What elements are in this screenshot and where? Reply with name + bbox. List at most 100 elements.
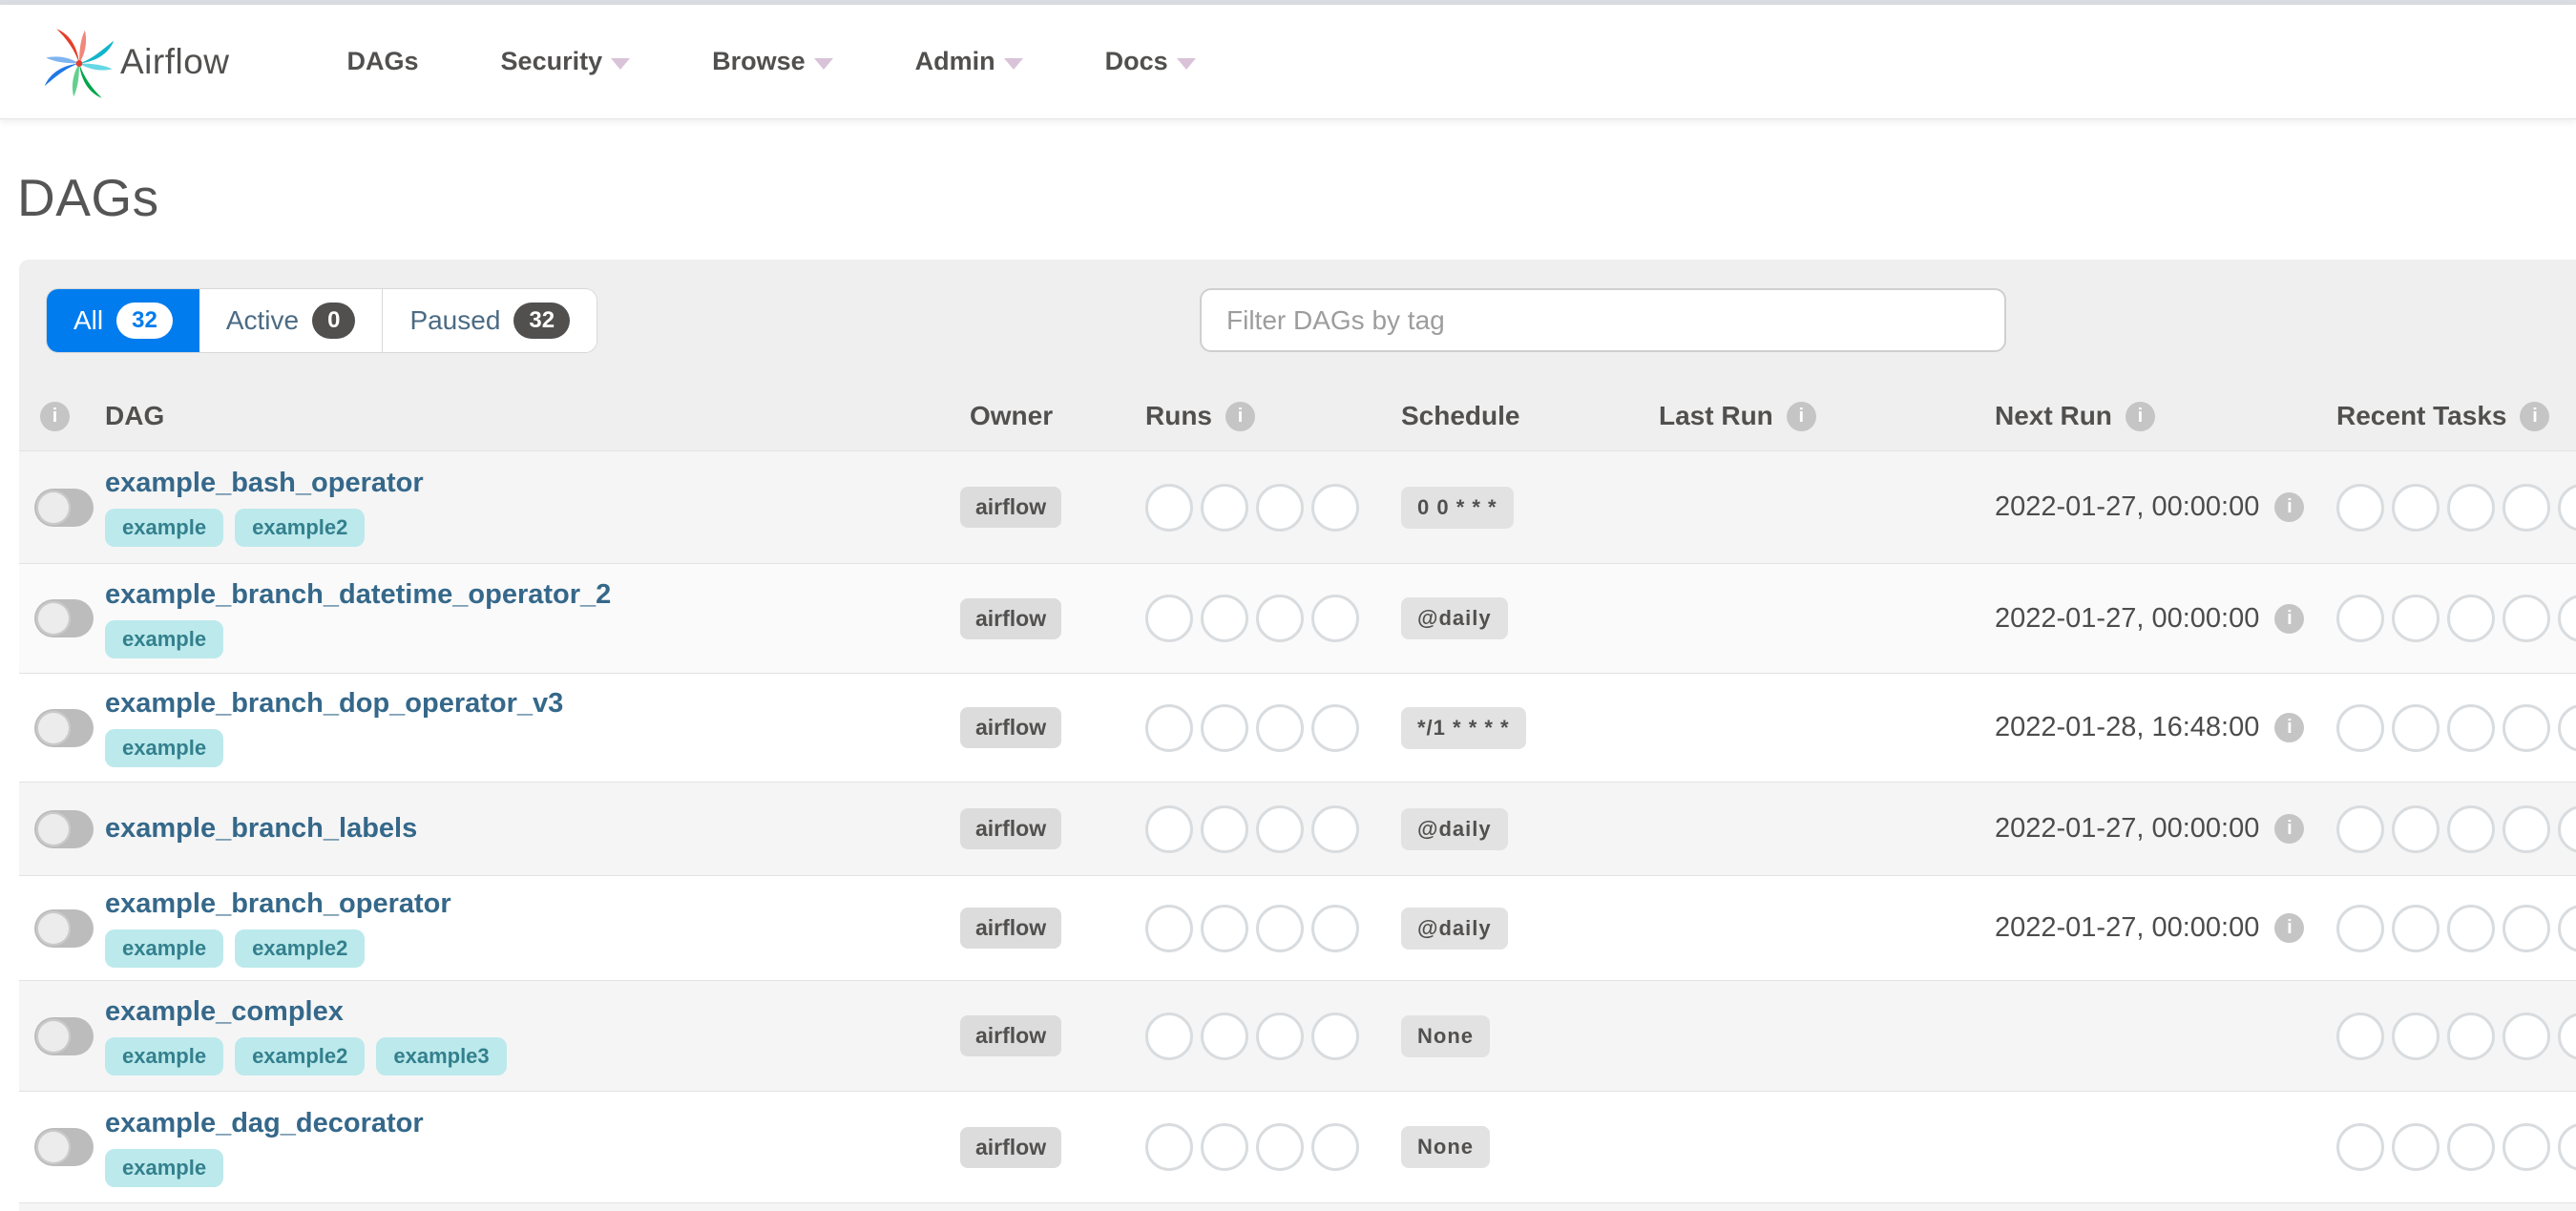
dag-link[interactable]: example_dag_decorator bbox=[105, 1108, 424, 1139]
pause-toggle[interactable] bbox=[34, 909, 94, 948]
run-status-circle[interactable] bbox=[1256, 704, 1304, 752]
recent-task-circle[interactable] bbox=[2336, 704, 2384, 752]
run-status-circle[interactable] bbox=[1201, 805, 1248, 853]
pause-toggle[interactable] bbox=[34, 1128, 94, 1166]
run-status-circle[interactable] bbox=[1145, 1013, 1193, 1060]
run-status-circle[interactable] bbox=[1311, 704, 1359, 752]
recent-task-circle[interactable] bbox=[2503, 595, 2550, 642]
recent-task-circle[interactable] bbox=[2558, 1123, 2576, 1171]
run-status-circle[interactable] bbox=[1256, 595, 1304, 642]
recent-task-circle[interactable] bbox=[2558, 595, 2576, 642]
recent-task-circle[interactable] bbox=[2336, 905, 2384, 952]
recent-task-circle[interactable] bbox=[2336, 1123, 2384, 1171]
recent-task-circle[interactable] bbox=[2558, 805, 2576, 853]
recent-task-circle[interactable] bbox=[2392, 805, 2440, 853]
recent-task-circle[interactable] bbox=[2447, 805, 2495, 853]
owner-badge[interactable]: airflow bbox=[960, 487, 1061, 528]
dag-link[interactable]: example_complex bbox=[105, 996, 344, 1028]
tag-badge[interactable]: example bbox=[105, 509, 223, 547]
recent-task-circle[interactable] bbox=[2392, 1123, 2440, 1171]
owner-badge[interactable]: airflow bbox=[960, 908, 1061, 949]
run-status-circle[interactable] bbox=[1145, 595, 1193, 642]
tag-badge[interactable]: example bbox=[105, 929, 223, 968]
recent-task-circle[interactable] bbox=[2447, 595, 2495, 642]
tag-badge[interactable]: example2 bbox=[235, 509, 365, 547]
recent-task-circle[interactable] bbox=[2447, 1013, 2495, 1060]
tag-badge[interactable]: example bbox=[105, 1037, 223, 1075]
recent-task-circle[interactable] bbox=[2336, 1013, 2384, 1060]
recent-task-circle[interactable] bbox=[2447, 1123, 2495, 1171]
recent-task-circle[interactable] bbox=[2392, 704, 2440, 752]
recent-task-circle[interactable] bbox=[2392, 484, 2440, 532]
recent-task-circle[interactable] bbox=[2558, 1013, 2576, 1060]
run-status-circle[interactable] bbox=[1311, 484, 1359, 532]
run-status-circle[interactable] bbox=[1145, 805, 1193, 853]
recent-task-circle[interactable] bbox=[2392, 1013, 2440, 1060]
recent-task-circle[interactable] bbox=[2336, 595, 2384, 642]
recent-task-circle[interactable] bbox=[2503, 1013, 2550, 1060]
nav-item-browse[interactable]: Browse bbox=[671, 47, 874, 76]
pause-toggle[interactable] bbox=[34, 810, 94, 848]
tab-all[interactable]: All32 bbox=[47, 289, 199, 352]
pause-toggle[interactable] bbox=[34, 599, 94, 637]
owner-badge[interactable]: airflow bbox=[960, 598, 1061, 639]
run-status-circle[interactable] bbox=[1256, 905, 1304, 952]
recent-task-circle[interactable] bbox=[2558, 905, 2576, 952]
nav-item-dags[interactable]: DAGs bbox=[306, 47, 460, 76]
run-status-circle[interactable] bbox=[1201, 704, 1248, 752]
owner-badge[interactable]: airflow bbox=[960, 808, 1061, 849]
dag-link[interactable]: example_branch_operator bbox=[105, 888, 451, 920]
dag-link[interactable]: example_branch_dop_operator_v3 bbox=[105, 688, 563, 720]
run-status-circle[interactable] bbox=[1256, 484, 1304, 532]
recent-task-circle[interactable] bbox=[2392, 905, 2440, 952]
dag-link[interactable]: example_bash_operator bbox=[105, 468, 424, 499]
run-status-circle[interactable] bbox=[1256, 1123, 1304, 1171]
dag-link[interactable]: example_branch_labels bbox=[105, 813, 417, 845]
recent-task-circle[interactable] bbox=[2503, 484, 2550, 532]
pause-toggle[interactable] bbox=[34, 489, 94, 527]
run-status-circle[interactable] bbox=[1256, 1013, 1304, 1060]
run-status-circle[interactable] bbox=[1201, 595, 1248, 642]
nav-item-docs[interactable]: Docs bbox=[1064, 47, 1237, 76]
run-status-circle[interactable] bbox=[1311, 595, 1359, 642]
recent-task-circle[interactable] bbox=[2447, 905, 2495, 952]
recent-task-circle[interactable] bbox=[2336, 805, 2384, 853]
recent-task-circle[interactable] bbox=[2503, 704, 2550, 752]
owner-badge[interactable]: airflow bbox=[960, 1127, 1061, 1168]
run-status-circle[interactable] bbox=[1201, 1123, 1248, 1171]
recent-task-circle[interactable] bbox=[2503, 905, 2550, 952]
run-status-circle[interactable] bbox=[1145, 484, 1193, 532]
tag-badge[interactable]: example2 bbox=[235, 929, 365, 968]
run-status-circle[interactable] bbox=[1311, 1013, 1359, 1060]
run-status-circle[interactable] bbox=[1256, 805, 1304, 853]
pause-toggle[interactable] bbox=[34, 1017, 94, 1055]
recent-task-circle[interactable] bbox=[2558, 484, 2576, 532]
tag-filter-input[interactable] bbox=[1200, 288, 2006, 352]
nav-item-security[interactable]: Security bbox=[460, 47, 672, 76]
run-status-circle[interactable] bbox=[1311, 905, 1359, 952]
nav-item-admin[interactable]: Admin bbox=[874, 47, 1064, 76]
tag-badge[interactable]: example bbox=[105, 1149, 223, 1187]
recent-task-circle[interactable] bbox=[2558, 704, 2576, 752]
recent-task-circle[interactable] bbox=[2336, 484, 2384, 532]
tag-badge[interactable]: example3 bbox=[376, 1037, 506, 1075]
run-status-circle[interactable] bbox=[1201, 905, 1248, 952]
dag-link[interactable]: example_branch_datetime_operator_2 bbox=[105, 579, 611, 611]
airflow-logo-link[interactable]: Airflow bbox=[44, 18, 230, 106]
run-status-circle[interactable] bbox=[1201, 484, 1248, 532]
pause-toggle[interactable] bbox=[34, 709, 94, 747]
run-status-circle[interactable] bbox=[1145, 704, 1193, 752]
run-status-circle[interactable] bbox=[1145, 1123, 1193, 1171]
run-status-circle[interactable] bbox=[1311, 1123, 1359, 1171]
tag-badge[interactable]: example2 bbox=[235, 1037, 365, 1075]
owner-badge[interactable]: airflow bbox=[960, 1015, 1061, 1056]
recent-task-circle[interactable] bbox=[2503, 1123, 2550, 1171]
run-status-circle[interactable] bbox=[1201, 1013, 1248, 1060]
tag-badge[interactable]: example bbox=[105, 620, 223, 658]
recent-task-circle[interactable] bbox=[2392, 595, 2440, 642]
recent-task-circle[interactable] bbox=[2447, 704, 2495, 752]
run-status-circle[interactable] bbox=[1145, 905, 1193, 952]
tab-active[interactable]: Active0 bbox=[199, 289, 384, 352]
tag-badge[interactable]: example bbox=[105, 729, 223, 767]
recent-task-circle[interactable] bbox=[2503, 805, 2550, 853]
